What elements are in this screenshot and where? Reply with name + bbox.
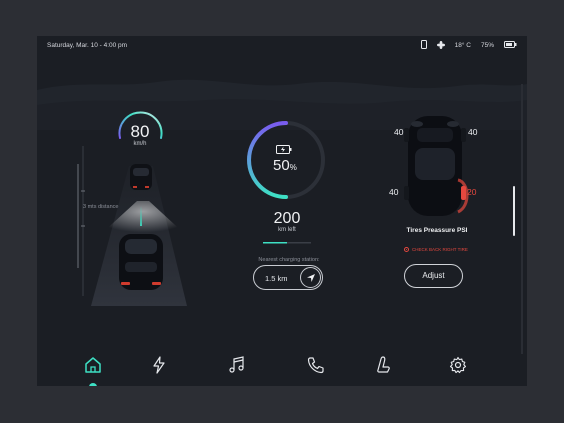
active-tab-indicator	[89, 383, 97, 386]
range-value: 200	[273, 210, 301, 227]
own-car	[119, 234, 163, 290]
tire-front-left: 40	[394, 127, 404, 137]
tire-rear-left: 40	[389, 187, 399, 197]
car-top-view	[404, 116, 469, 216]
seat-icon[interactable]	[373, 355, 393, 375]
dashboard-screen: Saturday, Mar. 10 - 4:00 pm 18° C 75% 80…	[37, 36, 527, 386]
range-unit: km left	[278, 227, 296, 233]
gear-icon[interactable]	[448, 355, 468, 375]
speed-value: 80	[130, 122, 150, 141]
tires-title: Tires Preassure PSI	[406, 227, 468, 234]
distance-label: 3 mts distance	[83, 204, 119, 210]
lightning-icon[interactable]	[149, 355, 169, 375]
navigate-icon[interactable]	[300, 267, 321, 288]
warning-icon	[404, 247, 409, 252]
tire-warning: CHECK BACK RIGHT TIRE	[404, 247, 468, 252]
battery-gauge-number: 50	[273, 157, 290, 174]
charging-label: Nearest charging station:	[258, 257, 320, 263]
adjust-button[interactable]: Adjust	[404, 264, 463, 288]
phone-icon[interactable]	[306, 355, 326, 375]
scroll-track	[521, 84, 523, 354]
music-icon[interactable]	[227, 355, 247, 375]
range-readout: 200 km left	[263, 210, 311, 233]
home-icon[interactable]	[83, 355, 103, 375]
tire-front-right: 40	[468, 127, 478, 137]
tire-rear-right: 20	[467, 187, 477, 197]
battery-gauge-symbol: %	[289, 163, 297, 172]
charging-station-button[interactable]: 1.5 km	[253, 265, 323, 290]
lead-car	[130, 164, 152, 190]
tire-warning-text: CHECK BACK RIGHT TIRE	[412, 247, 468, 252]
scroll-thumb[interactable]	[513, 186, 515, 236]
speed-unit: km/h	[133, 141, 147, 147]
speed-readout: 80 km/h	[125, 122, 155, 147]
charging-distance: 1.5 km	[265, 274, 288, 283]
battery-gauge-value: 50%	[273, 157, 297, 174]
bottom-dock	[37, 342, 527, 386]
